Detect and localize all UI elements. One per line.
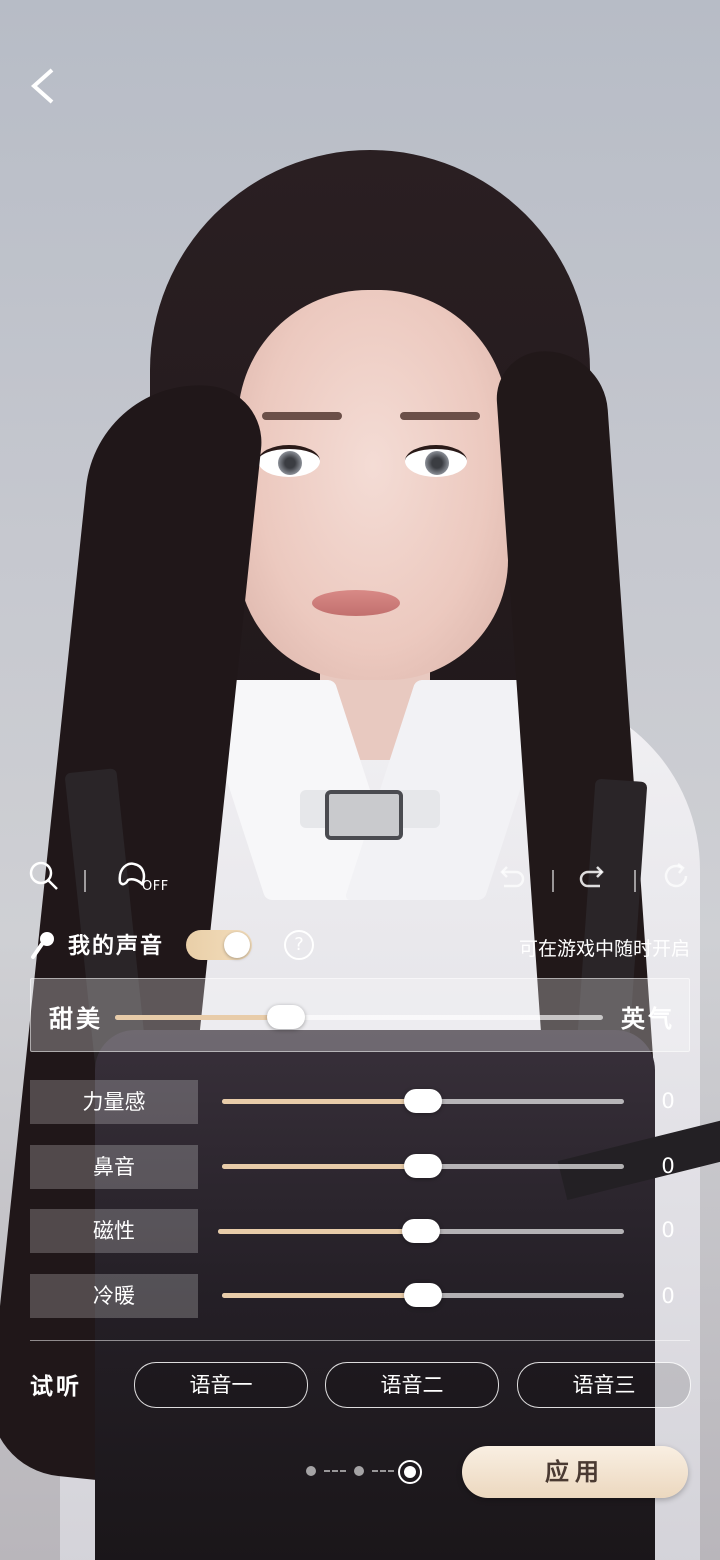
warmth-slider[interactable]: [222, 1283, 624, 1307]
help-icon[interactable]: ?: [284, 930, 314, 960]
my-voice-label: 我的声音: [68, 933, 165, 959]
slider-handle[interactable]: [402, 1219, 440, 1243]
back-arrow-icon: [30, 68, 54, 104]
param-label: 力量感: [30, 1080, 198, 1124]
apply-button[interactable]: 应用: [462, 1446, 688, 1498]
redo-button[interactable]: [576, 858, 620, 902]
reset-icon: [664, 863, 688, 888]
param-label: 冷暖: [30, 1274, 198, 1318]
step-dot-3-active[interactable]: [398, 1460, 422, 1484]
sweet-label: 甜美: [49, 1004, 103, 1033]
param-value: 0: [661, 1284, 675, 1308]
divider: [30, 1340, 690, 1341]
slider-handle[interactable]: [404, 1089, 442, 1113]
slider-handle[interactable]: [404, 1154, 442, 1178]
param-label: 鼻音: [30, 1145, 198, 1189]
slider-fill: [222, 1164, 423, 1169]
step-dot-2[interactable]: [354, 1466, 364, 1476]
param-label: 磁性: [30, 1209, 198, 1253]
nasal-slider[interactable]: [222, 1154, 624, 1178]
toolbar-separator: [634, 870, 636, 892]
search-icon: [29, 861, 58, 890]
microphone-icon: [31, 932, 54, 959]
slider-handle[interactable]: [266, 1005, 305, 1029]
toggle-knob: [224, 932, 250, 958]
step-connector: [372, 1470, 394, 1472]
voice-two-button[interactable]: 语音二: [325, 1362, 499, 1408]
reset-button[interactable]: [658, 858, 702, 902]
back-button[interactable]: [22, 62, 66, 110]
slider-handle[interactable]: [404, 1283, 442, 1307]
undo-button[interactable]: [492, 858, 536, 902]
preview-label: 试听: [30, 1373, 82, 1400]
zoom-button[interactable]: [26, 858, 70, 902]
voice-hint-text: 可在游戏中随时开启: [518, 938, 690, 960]
undo-icon: [500, 866, 525, 888]
my-voice-toggle[interactable]: [186, 930, 252, 960]
param-value: 0: [661, 1218, 675, 1242]
voice-customization-screen: OFF 我的声音 ? 可在游戏中随时开启 甜美 英气 力量感 0 鼻音 0 磁性…: [0, 0, 720, 1560]
toolbar: [0, 850, 720, 910]
step-dot-1[interactable]: [306, 1466, 316, 1476]
voice-row: 我的声音 ? 可在游戏中随时开启: [24, 922, 704, 968]
heroic-label: 英气: [621, 1004, 675, 1033]
strength-slider[interactable]: [222, 1089, 624, 1113]
sweet-heroic-panel: 甜美 英气: [30, 978, 690, 1052]
slider-fill: [222, 1099, 423, 1104]
param-value: 0: [661, 1154, 675, 1178]
hair-off-label: OFF: [142, 879, 169, 894]
sweet-heroic-slider[interactable]: [115, 1005, 603, 1029]
step-connector: [324, 1470, 346, 1472]
toolbar-separator: [552, 870, 554, 892]
redo-icon: [579, 866, 604, 888]
magnetic-slider[interactable]: [218, 1219, 624, 1243]
slider-fill: [115, 1015, 286, 1020]
param-value: 0: [661, 1089, 675, 1113]
slider-fill: [218, 1229, 421, 1234]
toolbar-separator: [84, 870, 86, 892]
voice-one-button[interactable]: 语音一: [134, 1362, 308, 1408]
slider-fill: [222, 1293, 423, 1298]
voice-three-button[interactable]: 语音三: [517, 1362, 691, 1408]
